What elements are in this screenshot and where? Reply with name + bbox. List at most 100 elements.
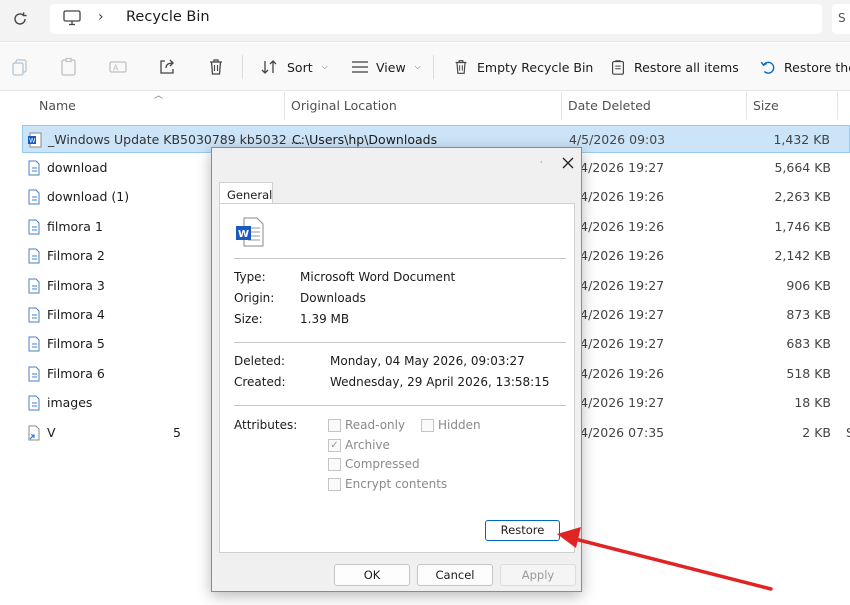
- checkmark-icon: ✓: [328, 438, 341, 452]
- breadcrumb-recycle-bin[interactable]: Recycle Bin: [126, 9, 210, 25]
- readonly-checkbox[interactable]: Read-only: [328, 418, 405, 432]
- archive-checkbox[interactable]: ✓ Archive: [328, 438, 390, 452]
- cancel-button[interactable]: Cancel: [417, 564, 493, 586]
- restore-selected-button[interactable]: Restore the: [759, 57, 850, 77]
- sort-button[interactable]: Sort ⌵: [260, 57, 328, 77]
- file-date: 4/4/2026 19:27: [568, 307, 665, 322]
- close-button[interactable]: [557, 152, 579, 174]
- file-name: Filmora 3: [47, 278, 105, 293]
- tab-general[interactable]: General: [219, 182, 273, 204]
- sort-icon: [261, 60, 277, 74]
- type-label: Type:: [234, 270, 266, 284]
- document-icon: [28, 189, 40, 205]
- sort-label: Sort: [287, 59, 313, 75]
- view-button[interactable]: View ⌵: [351, 57, 421, 77]
- toolbar-separator: [242, 55, 243, 79]
- paste-icon[interactable]: [59, 57, 79, 77]
- column-divider[interactable]: [837, 92, 838, 120]
- properties-dialog: · General W Type: Microsoft Word Documen…: [211, 147, 582, 592]
- file-date: 4/4/2026 19:26: [568, 366, 665, 381]
- origin-label: Origin:: [234, 291, 275, 305]
- compressed-checkbox[interactable]: Compressed: [328, 457, 420, 471]
- file-name: Filmora 2: [47, 248, 105, 263]
- deleted-value: Monday, 04 May 2026, 09:03:27: [330, 354, 525, 368]
- rename-icon[interactable]: A: [108, 57, 128, 77]
- document-icon: [28, 336, 40, 352]
- chevron-right-icon[interactable]: ›: [98, 9, 104, 25]
- column-size[interactable]: Size: [753, 98, 779, 113]
- column-name[interactable]: Name: [39, 98, 76, 113]
- origin-value: Downloads: [300, 291, 366, 305]
- file-date: 4/4/2026 19:27: [568, 160, 665, 175]
- file-size: 5,664 KB: [774, 160, 831, 175]
- address-row: › Recycle Bin S: [0, 0, 850, 42]
- empty-recycle-bin-button[interactable]: Empty Recycle Bin: [452, 57, 593, 77]
- size-value: 1.39 MB: [300, 312, 350, 326]
- file-date: 4/4/2026 19:26: [568, 248, 665, 263]
- share-icon[interactable]: [157, 57, 177, 77]
- restore-all-items-button[interactable]: Restore all items: [609, 57, 739, 77]
- this-pc-icon: [63, 10, 81, 26]
- restore-all-items-label: Restore all items: [634, 59, 739, 75]
- file-size: 2,142 KB: [774, 248, 831, 263]
- view-icon: [352, 61, 368, 73]
- divider: [234, 342, 566, 343]
- file-name: download: [47, 160, 108, 175]
- created-label: Created:: [234, 375, 286, 389]
- ok-button[interactable]: OK: [334, 564, 410, 586]
- column-divider[interactable]: [746, 92, 747, 120]
- restore-selected-label: Restore the: [784, 59, 850, 75]
- document-icon: [28, 307, 40, 323]
- search-box[interactable]: S: [832, 4, 850, 34]
- command-bar: A Sort ⌵ View ⌵ Empty Recycle Bin Restor…: [0, 43, 850, 91]
- column-divider[interactable]: [284, 92, 285, 120]
- file-size: 873 KB: [786, 307, 831, 322]
- column-overflow-text: S: [846, 425, 850, 440]
- address-bar[interactable]: › Recycle Bin: [50, 4, 822, 34]
- file-name: Filmora 6: [47, 366, 105, 381]
- toolbar-separator: [433, 55, 434, 79]
- file-name: filmora 1: [47, 219, 103, 234]
- hidden-checkbox[interactable]: Hidden: [421, 418, 481, 432]
- encrypt-checkbox[interactable]: Encrypt contents: [328, 477, 447, 491]
- svg-text:A: A: [113, 64, 119, 73]
- trash-icon: [455, 60, 467, 74]
- column-date-deleted[interactable]: Date Deleted: [568, 98, 651, 113]
- divider: [234, 405, 566, 406]
- created-value: Wednesday, 29 April 2026, 13:58:15: [330, 375, 550, 389]
- file-date: 4/4/2026 19:26: [568, 189, 665, 204]
- dot-icon: ·: [540, 158, 543, 167]
- column-divider[interactable]: [561, 92, 562, 120]
- checkbox-box: [328, 477, 341, 491]
- refresh-icon[interactable]: [10, 9, 30, 29]
- delete-icon[interactable]: [206, 57, 226, 77]
- undo-restore-icon: [760, 61, 775, 74]
- divider: [234, 258, 566, 259]
- document-icon: [28, 366, 40, 382]
- file-size: 906 KB: [786, 278, 831, 293]
- copy-icon[interactable]: [10, 57, 30, 77]
- file-date: 4/5/2026 09:03: [569, 132, 666, 147]
- file-name: images: [47, 395, 93, 410]
- sort-indicator-icon: ︿: [154, 91, 164, 101]
- file-name: Filmora 4: [47, 307, 105, 322]
- chevron-down-icon: ⌵: [414, 62, 421, 71]
- word-document-icon: W: [236, 217, 264, 247]
- hidden-label: Hidden: [438, 418, 481, 432]
- file-date: 4/4/2026 19:26: [568, 219, 665, 234]
- svg-text:W: W: [29, 137, 36, 145]
- file-date: 4/4/2026 19:27: [568, 278, 665, 293]
- file-size: 1,432 KB: [773, 132, 830, 147]
- document-icon: [28, 248, 40, 264]
- checkbox-box: [421, 418, 434, 432]
- column-original-location[interactable]: Original Location: [291, 98, 397, 113]
- file-location: C:\Users\hp\Downloads: [292, 132, 438, 147]
- svg-text:W: W: [238, 229, 249, 240]
- size-label: Size:: [234, 312, 263, 326]
- file-name: _Windows Update KB5030789 kb5032 ...: [48, 132, 303, 147]
- file-name: download (1): [47, 189, 130, 204]
- chevron-down-icon: ⌵: [321, 62, 328, 71]
- annotation-arrow-icon: [557, 527, 773, 591]
- document-icon: [28, 219, 40, 235]
- shortcut-icon: [28, 425, 40, 441]
